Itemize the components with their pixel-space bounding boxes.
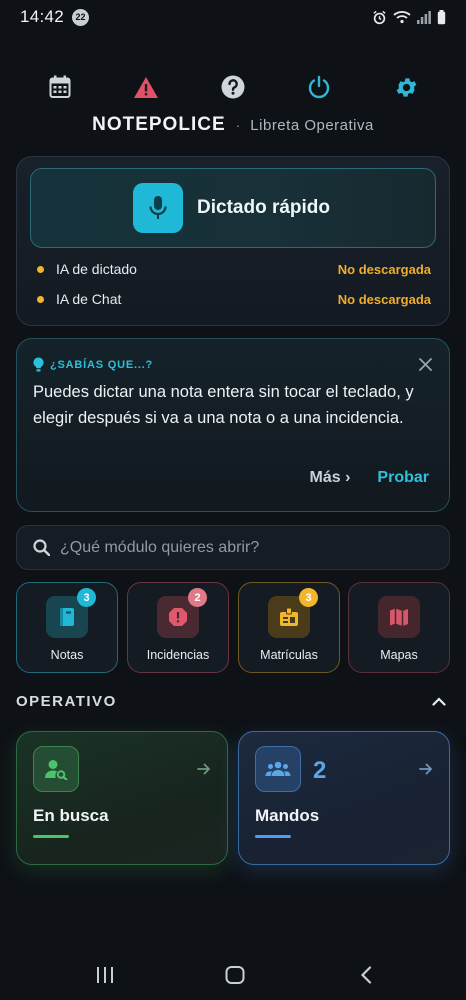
alarm-icon <box>373 10 386 24</box>
status-bar: 14:42 22 <box>0 0 466 34</box>
module-incidencias[interactable]: 2 Incidencias <box>127 582 229 673</box>
notebook-icon: 3 <box>46 588 96 638</box>
module-count-badge: 2 <box>188 588 207 607</box>
tip-body: Puedes dictar una nota entera sin tocar … <box>33 383 414 427</box>
notification-count-badge: 22 <box>72 8 90 26</box>
operativo-en-busca[interactable]: En busca <box>16 731 228 865</box>
person-search-icon <box>33 746 79 792</box>
section-title: OPERATIVO <box>16 693 117 710</box>
quick-dictation-button[interactable]: Dictado rápido <box>30 168 436 248</box>
system-navigation-bar <box>0 955 466 995</box>
module-search <box>16 525 450 570</box>
try-button[interactable]: Probar <box>377 469 429 487</box>
module-notas[interactable]: 3 Notas <box>16 582 118 673</box>
app-subtitle: Libreta Operativa <box>250 117 374 134</box>
ai-status-row: IA de dictado No descargada <box>37 261 431 277</box>
brand-separator: · <box>235 117 241 133</box>
recent-apps-icon[interactable] <box>90 963 120 987</box>
status-dot <box>37 295 44 303</box>
operativo-mandos[interactable]: 2 Mandos <box>238 731 450 865</box>
status-dot <box>37 265 44 273</box>
tip-title: ¿SABÍAS QUE...? <box>50 358 154 371</box>
tip-card: ¿SABÍAS QUE...? Puedes dictar una nota e… <box>16 338 450 512</box>
power-icon[interactable] <box>302 70 336 104</box>
module-label: Mapas <box>380 648 418 662</box>
accent-bar <box>255 835 291 838</box>
chevron-up-icon[interactable] <box>432 697 446 706</box>
mic-icon <box>133 183 183 233</box>
back-icon[interactable] <box>351 963 381 987</box>
module-count-badge: 3 <box>77 588 96 607</box>
help-icon[interactable] <box>216 70 250 104</box>
module-label: Incidencias <box>146 648 210 662</box>
tip-actions: Más › Probar <box>310 469 429 487</box>
operativo-label: En busca <box>33 806 109 825</box>
module-matriculas[interactable]: 3 Matrículas <box>238 582 340 673</box>
module-mapas[interactable]: Mapas <box>348 582 450 673</box>
signal-icon <box>417 10 431 24</box>
module-count-badge: 3 <box>299 588 318 607</box>
search-icon <box>33 539 50 556</box>
module-label: Matrículas <box>260 648 318 662</box>
section-operativo-header[interactable]: OPERATIVO <box>16 693 450 710</box>
home-icon[interactable] <box>220 963 250 987</box>
map-icon <box>378 596 420 638</box>
ai-row-status: No descargada <box>337 261 431 277</box>
accent-bar <box>33 835 69 838</box>
group-icon <box>255 746 301 792</box>
search-input[interactable] <box>60 538 420 557</box>
ai-row-status: No descargada <box>337 291 431 307</box>
status-time: 14:42 <box>20 7 65 26</box>
arrow-right-icon <box>197 763 211 775</box>
wifi-icon <box>393 11 411 24</box>
alert-icon[interactable] <box>129 70 163 104</box>
status-icons <box>372 9 446 25</box>
top-toolbar <box>0 70 466 104</box>
arrow-right-icon <box>419 763 433 775</box>
tip-header: ¿SABÍAS QUE...? <box>33 357 153 372</box>
app-brand: NOTEPOLICE · Libreta Operativa <box>0 114 466 136</box>
battery-icon <box>437 9 446 24</box>
settings-icon[interactable] <box>389 70 423 104</box>
error-icon: 2 <box>157 588 207 638</box>
lightbulb-icon <box>33 357 44 372</box>
ai-row-label: IA de dictado <box>56 261 137 277</box>
app-name: NOTEPOLICE <box>92 114 226 135</box>
close-icon[interactable] <box>415 354 435 374</box>
ai-row-label: IA de Chat <box>56 291 122 307</box>
operativo-label: Mandos <box>255 806 320 825</box>
quick-dictation-label: Dictado rápido <box>197 197 331 218</box>
module-label: Notas <box>50 648 84 662</box>
operativo-count: 2 <box>313 757 327 784</box>
ai-status-card: Dictado rápido IA de dictado No descarga… <box>16 156 450 326</box>
ai-status-row: IA de Chat No descargada <box>37 291 431 307</box>
calendar-icon[interactable] <box>43 70 77 104</box>
more-button[interactable]: Más › <box>310 469 351 487</box>
badge-icon: 3 <box>268 588 318 638</box>
